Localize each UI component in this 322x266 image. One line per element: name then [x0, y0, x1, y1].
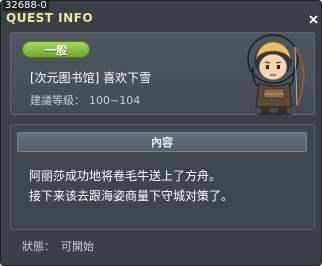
content-header: 內容: [17, 132, 307, 152]
content-line: 阿丽莎成功地将卷毛牛送上了方舟。: [29, 169, 222, 183]
content-line: 接下来该去跟海姿商量下守城对策了。: [29, 189, 234, 203]
window-title: QUEST INFO: [6, 11, 94, 25]
category-badge: 一般: [22, 41, 90, 58]
close-icon: [308, 14, 318, 24]
title-bar[interactable]: QUEST INFO: [1, 9, 321, 29]
quest-header-panel: 一般 [次元图书馆] 喜欢下雪 建議等級： 100~104: [10, 32, 315, 115]
quest-content-panel: 內容 阿丽莎成功地将卷毛牛送上了方舟。 接下来该去跟海姿商量下守城对策了。: [10, 124, 315, 230]
level-label: 建議等級：: [30, 94, 85, 107]
recommended-level: 建議等級： 100~104: [30, 92, 140, 108]
level-value: 100~104: [89, 94, 141, 107]
quest-status: 狀態： 可開始: [22, 238, 94, 254]
quest-name: [次元图书馆] 喜欢下雪: [30, 71, 152, 85]
quest-info-window: 32688-0 QUEST INFO 一般 [次元图书馆] 喜欢下雪 建議等級：…: [0, 0, 322, 266]
status-value: 可開始: [61, 240, 94, 253]
close-button[interactable]: [307, 13, 319, 25]
status-label: 狀態：: [22, 240, 55, 253]
npc-portrait: [247, 34, 305, 115]
